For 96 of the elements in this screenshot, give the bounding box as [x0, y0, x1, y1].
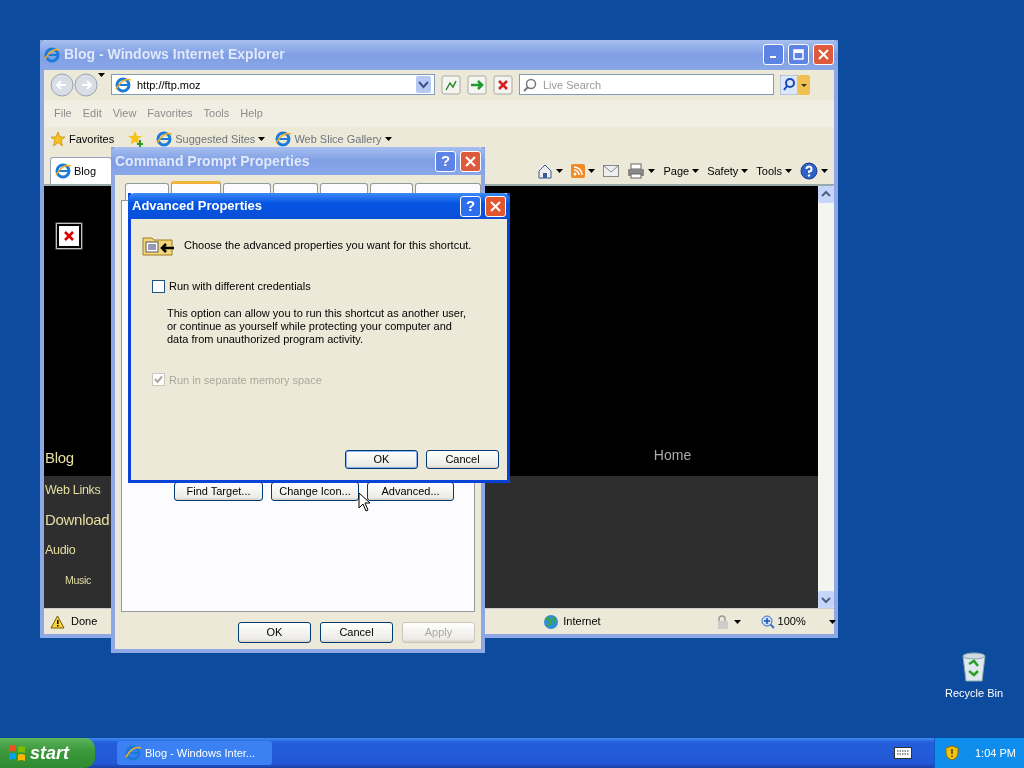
caret-icon[interactable]: [556, 168, 564, 173]
caret-icon[interactable]: [828, 620, 836, 625]
search-options-icon[interactable]: [798, 74, 810, 95]
dropdown-button[interactable]: [416, 76, 431, 94]
dialog-button[interactable]: OK: [345, 450, 418, 469]
help-menu[interactable]: [800, 161, 828, 180]
desktop-icon[interactable]: Recycle Bin: [940, 650, 1008, 702]
search-button[interactable]: [780, 74, 798, 95]
warning-icon: [50, 614, 65, 629]
nav-link[interactable]: Home: [653, 445, 692, 467]
printer-icon: [627, 162, 646, 179]
close-icon: [490, 200, 501, 212]
browser-tab[interactable]: Blog: [50, 157, 112, 185]
feeds-button[interactable]: [571, 163, 596, 178]
star-icon: [50, 131, 66, 148]
mail-icon[interactable]: [603, 164, 620, 177]
window-title: Advanced Properties: [132, 197, 263, 216]
search-box[interactable]: Live Search: [519, 74, 774, 96]
nav-link[interactable]: Download: [45, 512, 110, 529]
caret-icon[interactable]: [648, 168, 656, 173]
caret-icon[interactable]: [692, 168, 700, 173]
ie-icon: [55, 163, 71, 180]
globe-icon: [543, 613, 560, 630]
address-bar[interactable]: http://ftp.moz: [111, 74, 435, 96]
scroll-up-icon[interactable]: [818, 186, 834, 204]
favorites-link[interactable]: Web Slice Gallery: [275, 131, 392, 148]
cursor-icon: [358, 492, 371, 512]
window-title: Blog - Windows Internet Explorer: [64, 45, 285, 65]
windows-logo-icon: [8, 744, 26, 762]
stop-icon[interactable]: [493, 74, 513, 95]
check-icon: [154, 375, 163, 385]
close-icon: [818, 49, 829, 61]
caret-icon[interactable]: [384, 137, 392, 142]
home-button[interactable]: [537, 162, 564, 179]
feed-icon: [571, 163, 586, 178]
compatibility-icon[interactable]: [441, 74, 461, 95]
icon-label: Recycle Bin: [944, 686, 1004, 701]
scrollbar[interactable]: [818, 186, 834, 609]
broken-image-icon: [55, 222, 83, 251]
go-icon[interactable]: [467, 74, 487, 95]
caret-icon[interactable]: [785, 168, 792, 173]
search-field[interactable]: Live Search: [541, 75, 770, 94]
search-icon: [523, 77, 537, 92]
close-button[interactable]: [460, 150, 481, 172]
command-menu[interactable]: Tools: [756, 162, 792, 179]
favorites-link[interactable]: Suggested Sites: [156, 131, 266, 148]
scroll-down-icon[interactable]: [818, 591, 834, 609]
print-button[interactable]: [627, 162, 656, 179]
close-icon: [465, 155, 476, 167]
page-icon: [115, 76, 131, 93]
caret-icon[interactable]: [821, 168, 828, 173]
dialog-button[interactable]: Cancel: [426, 450, 499, 469]
minimize-button[interactable]: [763, 44, 784, 66]
nav-link[interactable]: Audio: [45, 542, 76, 559]
checkbox-option[interactable]: Run with different credentials: [152, 278, 507, 295]
caret-icon[interactable]: [741, 168, 749, 173]
caret-icon[interactable]: [733, 619, 741, 624]
zone-text: Internet: [563, 614, 601, 630]
maximize-button[interactable]: [788, 44, 809, 66]
keyboard-icon[interactable]: [894, 747, 912, 759]
zoom-button[interactable]: 100%: [760, 613, 836, 630]
home-icon: [537, 162, 554, 179]
ie-icon: [156, 131, 173, 148]
nav-link[interactable]: Web Links: [45, 482, 101, 499]
help-icon: [800, 161, 818, 180]
status-text: Done: [71, 614, 98, 630]
help-button[interactable]: ?: [435, 150, 456, 172]
zoom-icon: [760, 614, 775, 629]
taskbar-button[interactable]: Blog - Windows Inter...: [117, 741, 272, 765]
close-button[interactable]: [813, 44, 834, 66]
ie-icon: [125, 745, 141, 761]
intro-text: Choose the advanced properties you want for this shortcut.: [184, 237, 472, 253]
nav-link[interactable]: Music: [65, 572, 91, 589]
start-button[interactable]: start: [0, 738, 95, 768]
address-field[interactable]: http://ftp.moz: [135, 75, 412, 94]
clock: 1:04 PM: [975, 745, 1016, 761]
option-description: This option can allow you to run this shortcut as another user, or continue as yourself while protecting your computer and data from unauthorized program activity.: [167, 306, 467, 346]
dialog-button[interactable]: OK: [238, 622, 311, 643]
help-button[interactable]: ?: [460, 195, 481, 217]
window-title: Command Prompt Properties: [115, 151, 310, 171]
checkbox[interactable]: [152, 279, 165, 293]
nav-link[interactable]: Blog: [45, 450, 74, 467]
favorites-button[interactable]: Favorites: [50, 131, 115, 148]
caret-icon[interactable]: [258, 137, 266, 142]
maximize-icon: [793, 49, 804, 61]
command-menu[interactable]: Safety: [707, 162, 749, 179]
ie-icon: [44, 46, 60, 63]
caret-icon[interactable]: [588, 168, 596, 173]
shortcut-folder-icon: [142, 234, 176, 256]
close-button[interactable]: [485, 195, 506, 217]
recycle-bin-icon: [959, 650, 989, 682]
history-caret-icon[interactable]: [98, 72, 105, 77]
dialog-button[interactable]: Cancel: [320, 622, 393, 643]
ie-icon: [275, 131, 292, 148]
command-menu[interactable]: Page: [663, 162, 700, 179]
shield-icon[interactable]: [945, 745, 959, 761]
